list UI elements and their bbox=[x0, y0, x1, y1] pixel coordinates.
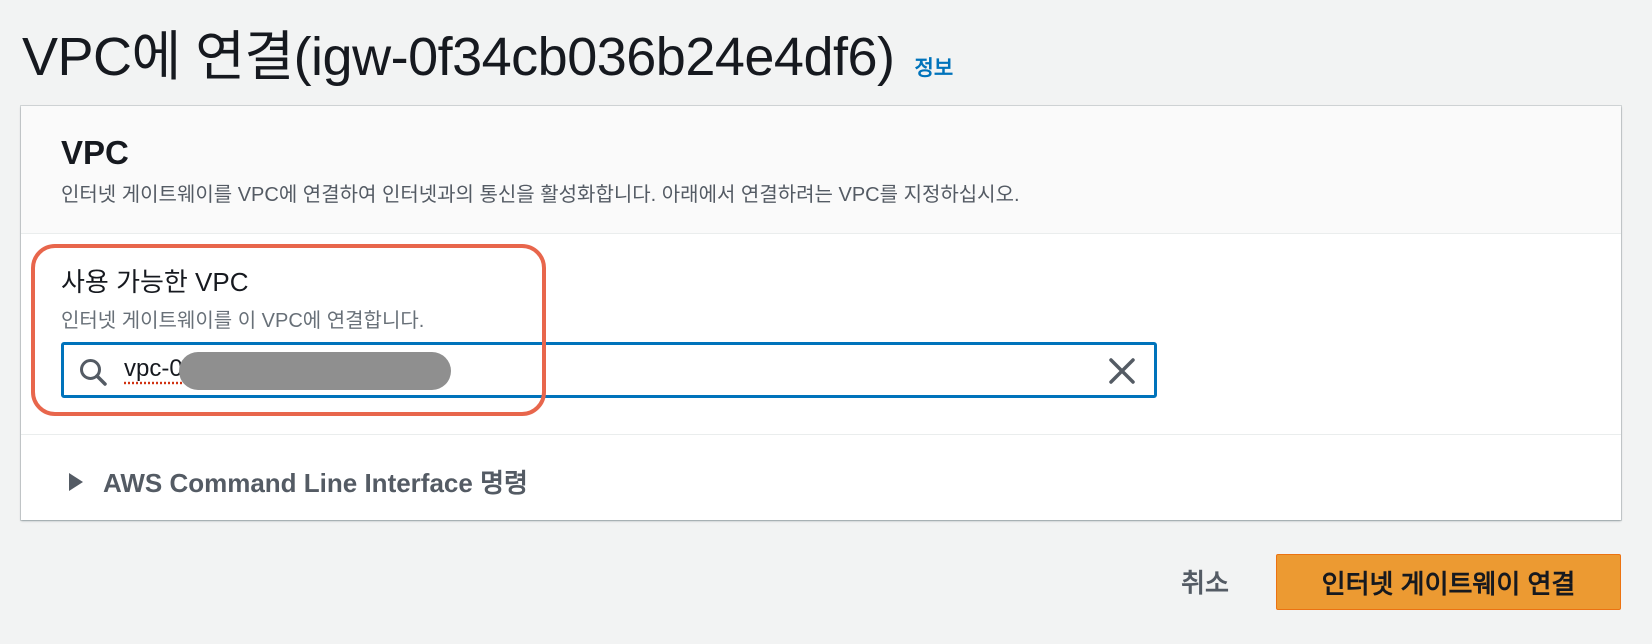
page-title: VPC에 연결(igw-0f34cb036b24e4df6) bbox=[22, 27, 895, 87]
vpc-form-field: 사용 가능한 VPC 인터넷 게이트웨이를 이 VPC에 연결합니다. vpc-… bbox=[21, 234, 1621, 435]
vpc-field-label: 사용 가능한 VPC bbox=[61, 267, 249, 297]
cancel-button[interactable]: 취소 bbox=[1160, 554, 1250, 608]
cli-toggle[interactable]: AWS Command Line Interface 명령 bbox=[69, 463, 528, 500]
vpc-panel: VPC 인터넷 게이트웨이를 VPC에 연결하여 인터넷과의 통신을 활성화합니… bbox=[21, 106, 1621, 520]
redacted-vpc-id bbox=[179, 352, 451, 390]
attach-internet-gateway-button[interactable]: 인터넷 게이트웨이 연결 bbox=[1276, 554, 1621, 610]
search-icon bbox=[80, 359, 107, 386]
cli-expandable-section: AWS Command Line Interface 명령 bbox=[21, 435, 1621, 520]
panel-title: VPC bbox=[61, 134, 129, 171]
cli-label: AWS Command Line Interface 명령 bbox=[103, 468, 528, 498]
vpc-field-description: 인터넷 게이트웨이를 이 VPC에 연결합니다. bbox=[61, 310, 425, 332]
page-header: VPC에 연결(igw-0f34cb036b24e4df6) 정보 bbox=[22, 12, 953, 91]
clear-icon[interactable] bbox=[1108, 357, 1136, 385]
vpc-search-input[interactable]: vpc-0 bbox=[61, 342, 1157, 398]
info-link[interactable]: 정보 bbox=[915, 52, 954, 82]
caret-right-icon bbox=[69, 472, 83, 491]
panel-description: 인터넷 게이트웨이를 VPC에 연결하여 인터넷과의 통신을 활성화합니다. 아… bbox=[61, 184, 1020, 206]
search-input-value[interactable]: vpc-0 bbox=[124, 355, 183, 383]
panel-header: VPC 인터넷 게이트웨이를 VPC에 연결하여 인터넷과의 통신을 활성화합니… bbox=[21, 106, 1621, 234]
